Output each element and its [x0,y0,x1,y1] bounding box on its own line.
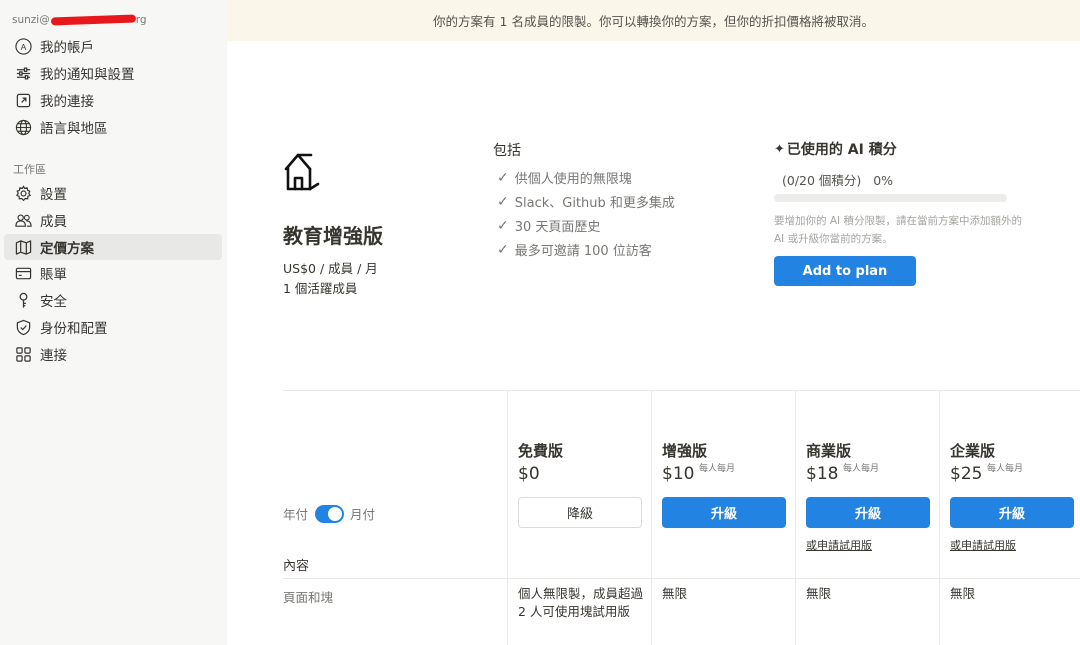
sparkle-icon: ✦ [774,141,785,157]
column-divider [507,391,508,645]
tier-price-free: $0 [518,464,540,484]
plan-name: 教育增強版 [283,224,383,248]
add-to-plan-button[interactable]: Add to plan [774,256,916,286]
column-divider [651,391,652,645]
sidebar-item-pricing[interactable]: 定價方案 [4,234,222,260]
cell-business-pages: 無限 [806,586,832,601]
monthly-label: 月付 [350,507,376,522]
tier-name-free: 免費版 [518,442,564,460]
row-label-pages-blocks: 頁面和塊 [283,590,334,605]
sidebar-item-settings[interactable]: 設置 [4,180,222,206]
globe-icon [14,118,32,136]
svg-text:A: A [20,41,26,51]
switch-knob [328,506,343,521]
check-icon: ✓ [497,217,509,234]
credit-card-icon [14,264,32,282]
ai-credits-title: ✦ 已使用的 AI 積分 [774,141,897,159]
redaction-mark [50,14,136,26]
tier-price-enterprise: $25 [950,464,983,484]
sidebar-item-identity[interactable]: 身份和配置 [4,314,222,340]
account-email: sunzi@ rg [12,14,147,26]
key-icon [14,291,32,309]
house-icon [283,152,321,194]
sidebar-item-label: 定價方案 [40,241,94,257]
sidebar-item-notifications[interactable]: 我的通知與設置 [4,60,222,86]
tier-price-business: $18 [806,464,839,484]
row-divider [283,578,1080,579]
sidebar-item-label: 連接 [40,348,67,364]
yearly-label: 年付 [283,507,309,522]
sidebar-item-integrations[interactable]: 連接 [4,341,222,367]
plan-active-members: 1 個活躍成員 [283,281,358,296]
sidebar-item-label: 成員 [40,214,67,230]
map-icon [14,238,32,256]
tier-price-plus: $10 [662,464,695,484]
sliders-icon [14,64,32,82]
billing-period-toggle: 年付 月付 [283,504,375,523]
settings-sidebar: sunzi@ rg A 我的帳戶 我的通知與設置 我的連接 語言與地區 工作區 設… [0,0,227,645]
request-trial-business-link[interactable]: 或申請試用版 [806,537,872,553]
tier-per-business: 每人每月 [843,464,880,474]
grid-icon [14,345,32,363]
sidebar-item-billing[interactable]: 賬單 [4,260,222,286]
upgrade-business-button[interactable]: 升級 [806,497,930,528]
column-divider [939,391,940,645]
external-link-icon [14,91,32,109]
people-icon [14,211,32,229]
check-icon: ✓ [497,193,509,210]
includes-title: 包括 [493,143,521,159]
table-top-divider [283,390,1080,391]
check-icon: ✓ [497,169,509,186]
sidebar-item-label: 我的通知與設置 [40,67,135,83]
sidebar-item-my-account[interactable]: A 我的帳戶 [4,33,222,59]
tier-name-plus: 增強版 [662,442,708,460]
sidebar-item-members[interactable]: 成員 [4,207,222,233]
ai-credits-usage: (0/20 個積分) 0% [782,173,894,188]
billing-switch[interactable] [315,504,345,523]
cell-free-pages: 個人無限製，成員超過 2 人可使用塊試用版 [518,586,644,619]
ai-credits-progress-bar [774,194,1007,202]
includes-item: ✓ 30 天頁面歷史 [497,217,601,236]
includes-item: ✓ Slack、Github 和更多集成 [497,193,675,212]
sidebar-item-language[interactable]: 語言與地區 [4,114,222,140]
includes-item: ✓ 最多可邀請 100 位訪客 [497,241,652,260]
ai-credits-note: 要增加你的 AI 積分限製，請在當前方案中添加額外的 AI 或升級你當前的方案。 [774,215,1022,245]
cell-plus-pages: 無限 [662,586,688,601]
request-trial-enterprise-link[interactable]: 或申請試用版 [950,537,1016,553]
sidebar-item-label: 我的連接 [40,94,94,110]
sidebar-item-label: 設置 [40,187,67,203]
sidebar-item-label: 身份和配置 [40,321,108,337]
sidebar-item-label: 我的帳戶 [40,40,94,56]
sidebar-item-security[interactable]: 安全 [4,287,222,313]
gear-icon [14,184,32,202]
tier-per-plus: 每人每月 [699,464,736,474]
content-section-label: 內容 [283,559,310,574]
upgrade-enterprise-button[interactable]: 升級 [950,497,1074,528]
sidebar-item-label: 語言與地區 [40,121,108,137]
shield-check-icon [14,318,32,336]
sidebar-item-label: 賬單 [40,267,67,283]
check-icon: ✓ [497,241,509,258]
account-circle-icon: A [14,37,32,55]
sidebar-item-connections[interactable]: 我的連接 [4,87,222,113]
includes-item: ✓ 供個人使用的無限塊 [497,169,632,188]
member-limit-banner: 你的方案有 1 名成員的限製。你可以轉換你的方案，但你的折扣價格將被取消。 [227,0,1080,41]
cell-enterprise-pages: 無限 [950,586,976,601]
tier-per-enterprise: 每人每月 [987,464,1024,474]
workspace-section-title: 工作區 [13,163,46,176]
sidebar-item-label: 安全 [40,294,67,310]
tier-name-enterprise: 企業版 [950,442,996,460]
column-divider [795,391,796,645]
tier-name-business: 商業版 [806,442,852,460]
plan-price: US$0 / 成員 / 月 [283,261,378,276]
downgrade-button[interactable]: 降級 [518,497,642,528]
upgrade-plus-button[interactable]: 升級 [662,497,786,528]
